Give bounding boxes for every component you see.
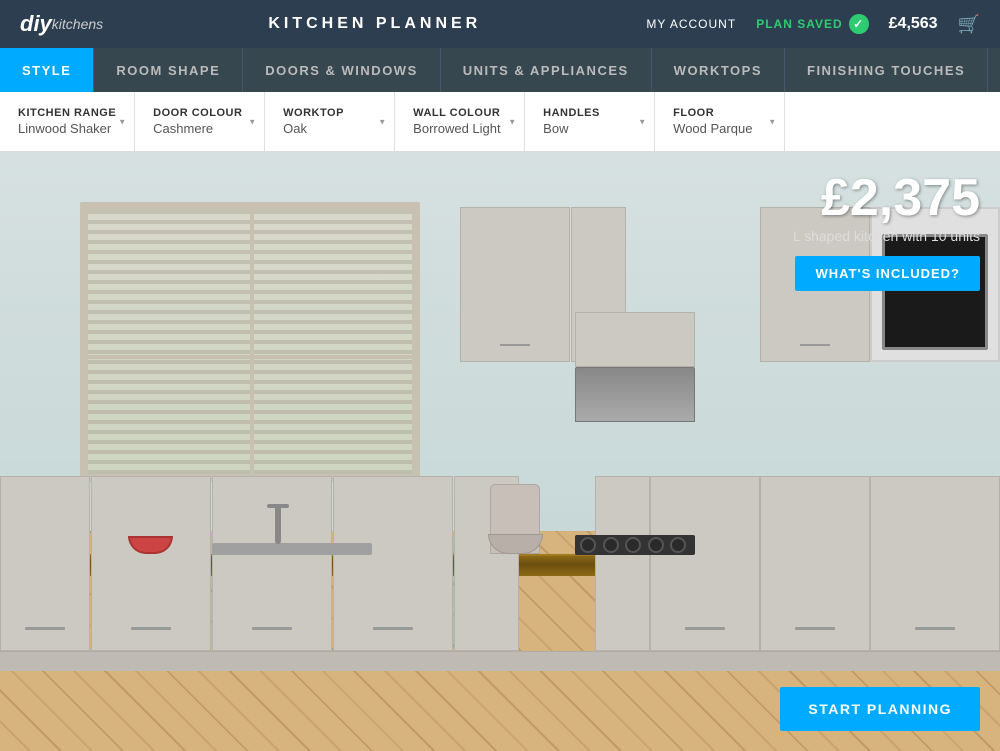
hood-upper-cabinet bbox=[575, 312, 695, 367]
tab-units-appliances[interactable]: UNITS & APPLIANCES bbox=[441, 48, 652, 92]
kitchen-description: L shaped kitchen with 10 units bbox=[793, 228, 980, 244]
kitchen-price: £2,375 bbox=[793, 172, 980, 224]
kitchen-preview: £2,375 L shaped kitchen with 10 units WH… bbox=[0, 152, 1000, 751]
tap bbox=[275, 504, 281, 544]
option-floor-value: Wood Parque bbox=[673, 121, 766, 136]
cabinet-handle-4 bbox=[373, 627, 413, 630]
logo-kitchens: kitchens bbox=[52, 16, 103, 32]
cabinet-handle-7 bbox=[685, 627, 725, 630]
window bbox=[80, 202, 420, 482]
option-door-colour[interactable]: DOOR COLOUR Cashmere bbox=[135, 92, 265, 151]
window-divider-horizontal bbox=[88, 355, 412, 359]
logo[interactable]: diy kitchens bbox=[20, 11, 103, 37]
cabinet-handle-1 bbox=[25, 627, 65, 630]
page-title: KITCHEN PLANNER bbox=[268, 15, 481, 33]
cabinet-handle-8 bbox=[795, 627, 835, 630]
option-door-colour-label: DOOR COLOUR bbox=[153, 107, 246, 119]
logo-diy: diy bbox=[20, 11, 52, 37]
plinth-right bbox=[480, 651, 1000, 671]
hob-ring-4 bbox=[648, 537, 664, 553]
base-cabinet-2 bbox=[91, 476, 211, 651]
hob-ring-2 bbox=[603, 537, 619, 553]
option-door-colour-value: Cashmere bbox=[153, 121, 246, 136]
main-tabs: STYLE ROOM SHAPE DOORS & WINDOWS UNITS &… bbox=[0, 48, 1000, 92]
plan-saved-label: PLAN SAVED bbox=[756, 17, 842, 31]
hob bbox=[575, 535, 695, 555]
tab-room-shape[interactable]: ROOM SHAPE bbox=[94, 48, 243, 92]
option-handles[interactable]: HANDLES Bow bbox=[525, 92, 655, 151]
whats-included-button[interactable]: WHAT'S INCLUDED? bbox=[795, 256, 980, 291]
option-wall-colour-value: Borrowed Light bbox=[413, 121, 506, 136]
option-handles-label: HANDLES bbox=[543, 107, 636, 119]
wall-cabinet-1 bbox=[460, 207, 570, 362]
base-cabinet-9 bbox=[870, 476, 1000, 651]
sink bbox=[212, 543, 372, 555]
tab-doors-windows[interactable]: DOORS & WINDOWS bbox=[243, 48, 441, 92]
base-cabinet-6 bbox=[595, 476, 650, 651]
hob-ring-3 bbox=[625, 537, 641, 553]
start-planning-button[interactable]: START PLANNING bbox=[780, 687, 980, 731]
check-icon: ✓ bbox=[849, 14, 869, 34]
option-worktop[interactable]: WORKTOP Oak bbox=[265, 92, 395, 151]
option-handles-value: Bow bbox=[543, 121, 636, 136]
tab-worktops[interactable]: WORKTOPS bbox=[652, 48, 785, 92]
extractor-hood bbox=[575, 367, 695, 422]
plan-saved-indicator: PLAN SAVED ✓ bbox=[756, 14, 868, 34]
hob-ring-1 bbox=[580, 537, 596, 553]
wall-cabinet-handle-3 bbox=[800, 344, 830, 346]
base-cabinet-8 bbox=[760, 476, 870, 651]
cabinet-handle-9 bbox=[915, 627, 955, 630]
option-wall-colour-label: WALL COLOUR bbox=[413, 107, 506, 119]
option-worktop-value: Oak bbox=[283, 121, 376, 136]
tab-style[interactable]: STYLE bbox=[0, 48, 94, 92]
tab-finishing-touches[interactable]: FINISHING TOUCHES bbox=[785, 48, 988, 92]
cabinet-handle-3 bbox=[252, 627, 292, 630]
window-divider-vertical bbox=[250, 210, 254, 474]
my-account-link[interactable]: MY ACCOUNT bbox=[646, 17, 736, 31]
option-floor-label: FLOOR bbox=[673, 107, 766, 119]
base-cabinet-7 bbox=[650, 476, 760, 651]
wall-cabinet-handle-1 bbox=[500, 344, 530, 346]
hob-ring-5 bbox=[670, 537, 686, 553]
cart-icon[interactable]: 🛒 bbox=[958, 14, 980, 35]
option-kitchen-range-label: KITCHEN RANGE bbox=[18, 107, 116, 119]
options-bar: KITCHEN RANGE Linwood Shaker DOOR COLOUR… bbox=[0, 92, 1000, 152]
price-overlay: £2,375 L shaped kitchen with 10 units WH… bbox=[793, 172, 980, 291]
kitchen-scene: £2,375 L shaped kitchen with 10 units WH… bbox=[0, 152, 1000, 751]
base-cabinet-4 bbox=[333, 476, 453, 651]
option-floor[interactable]: FLOOR Wood Parque bbox=[655, 92, 785, 151]
cabinet-handle-2 bbox=[131, 627, 171, 630]
nav-right: MY ACCOUNT PLAN SAVED ✓ £4,563 🛒 bbox=[646, 14, 980, 35]
top-navigation: diy kitchens KITCHEN PLANNER MY ACCOUNT … bbox=[0, 0, 1000, 48]
option-kitchen-range[interactable]: KITCHEN RANGE Linwood Shaker bbox=[0, 92, 135, 151]
option-kitchen-range-value: Linwood Shaker bbox=[18, 121, 116, 136]
nav-price: £4,563 bbox=[889, 15, 938, 33]
option-wall-colour[interactable]: WALL COLOUR Borrowed Light bbox=[395, 92, 525, 151]
option-worktop-label: WORKTOP bbox=[283, 107, 376, 119]
base-cabinet-3 bbox=[212, 476, 332, 651]
base-cabinet-1 bbox=[0, 476, 90, 651]
